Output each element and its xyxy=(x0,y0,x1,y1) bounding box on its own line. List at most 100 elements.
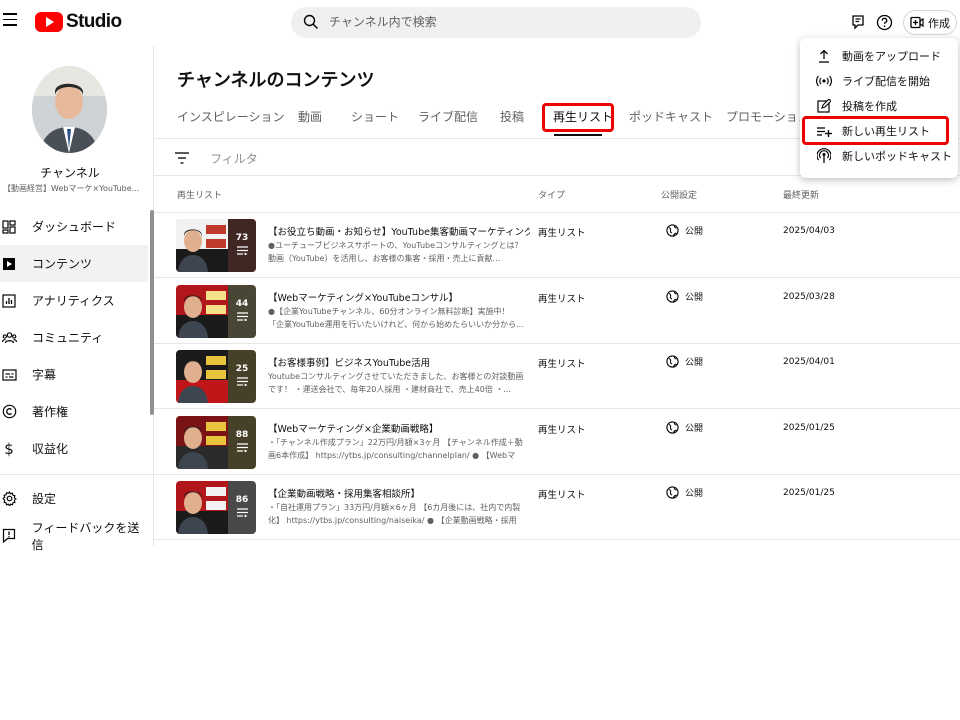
podcast-icon xyxy=(816,148,832,164)
dashboard-icon xyxy=(1,219,17,235)
playlist-visibility[interactable]: 公開 xyxy=(666,224,703,237)
channel-avatar[interactable] xyxy=(32,66,107,153)
visibility-label: 公開 xyxy=(685,423,704,434)
sidebar-item-label: 収益化 xyxy=(32,442,69,456)
sidebar-item-subtitles[interactable]: 字幕 xyxy=(0,356,148,393)
dollar-icon: $ xyxy=(4,439,14,458)
playlist-video-count: 86 xyxy=(235,495,249,505)
tab-posts[interactable]: 投稿 xyxy=(500,108,524,125)
column-header-visibility[interactable]: 公開設定 xyxy=(661,188,697,201)
filter-placeholder[interactable]: フィルタ xyxy=(210,150,258,167)
tab-videos[interactable]: 動画 xyxy=(298,108,322,125)
create-dropdown-menu: 動画をアップロード ライブ配信を開始 投稿を作成 新しい再生リスト 新しいポッド… xyxy=(800,38,958,178)
thumbnail-image xyxy=(176,481,228,534)
playlist-title[interactable]: 【お客様事例】ビジネスYouTube活用 xyxy=(268,355,530,369)
column-header-playlist[interactable]: 再生リスト xyxy=(177,188,222,201)
table-row[interactable]: 86 【企業動画戦略・採用集客相談所】 ・「自社運用プラン」33万円/月額×6ヶ月 … xyxy=(154,475,960,540)
tab-podcasts[interactable]: ポッドキャスト xyxy=(629,108,713,125)
community-icon xyxy=(1,330,17,346)
playlist-updated-date: 2025/04/01 xyxy=(783,357,835,367)
thumbnail-image xyxy=(176,415,228,469)
playlist-icon xyxy=(236,311,248,321)
sidebar-item-dashboard[interactable]: ダッシュボード xyxy=(0,208,148,245)
visibility-label: 公開 xyxy=(685,292,704,303)
search-bar[interactable] xyxy=(291,7,701,38)
playlist-updated-date: 2025/01/25 xyxy=(783,488,835,498)
playlist-thumbnail[interactable]: 88 xyxy=(176,415,256,469)
playlist-title[interactable]: 【お役立ち動画・お知らせ】YouTube集客動画マーケティング xyxy=(268,224,530,238)
playlist-visibility[interactable]: 公開 xyxy=(666,486,703,499)
menu-item-go-live[interactable]: ライブ配信を開始 xyxy=(800,69,958,93)
playlist-thumbnail[interactable]: 44 xyxy=(176,284,256,338)
column-header-updated[interactable]: 最終更新 xyxy=(783,188,819,201)
playlist-type: 再生リスト xyxy=(538,293,586,305)
analytics-icon xyxy=(1,293,17,309)
playlist-updated-date: 2025/04/03 xyxy=(783,226,835,236)
sidebar-item-feedback[interactable]: フィードバックを送信 xyxy=(0,517,148,554)
playlist-thumbnail[interactable]: 73 xyxy=(176,219,256,272)
playlist-thumbnail[interactable]: 86 xyxy=(176,481,256,534)
menu-item-create-post[interactable]: 投稿を作成 xyxy=(800,94,958,118)
tab-promotions[interactable]: プロモーション xyxy=(726,108,810,125)
tab-shorts[interactable]: ショート xyxy=(351,108,399,125)
table-row[interactable]: 73 【お役立ち動画・お知らせ】YouTube集客動画マーケティング ●ユーチューブ… xyxy=(154,213,960,278)
playlist-visibility[interactable]: 公開 xyxy=(666,289,704,303)
playlist-description: ・「チャンネル作成プラン」22万円/月額×3ヶ月 【チャンネル作成＋動画6本作成… xyxy=(268,437,523,460)
upload-icon xyxy=(816,48,832,64)
menu-item-label: 投稿を作成 xyxy=(842,100,897,113)
sidebar-item-label: 設定 xyxy=(32,492,57,506)
live-icon xyxy=(816,73,832,89)
column-header-type[interactable]: タイプ xyxy=(538,188,565,201)
search-input[interactable] xyxy=(329,12,679,32)
globe-icon xyxy=(666,420,679,434)
visibility-label: 公開 xyxy=(685,489,704,499)
sidebar-item-monetization[interactable]: $ 収益化 xyxy=(0,430,148,467)
create-button[interactable]: 作成 xyxy=(903,10,957,35)
sidebar-item-settings[interactable]: 設定 xyxy=(0,480,148,517)
playlist-title[interactable]: 【Webマーケティング×YouTubeコンサル】 xyxy=(268,290,530,304)
playlist-title[interactable]: 【企業動画戦略・採用集客相談所】 xyxy=(268,486,530,500)
tab-inspiration[interactable]: インスピレーション xyxy=(177,108,285,125)
playlist-video-count: 88 xyxy=(235,429,249,440)
visibility-label: 公開 xyxy=(685,227,704,237)
playlist-icon xyxy=(236,246,248,255)
menu-item-new-podcast[interactable]: 新しいポッドキャスト xyxy=(800,144,958,168)
sidebar-divider xyxy=(0,474,154,475)
gear-icon xyxy=(1,491,17,507)
hamburger-menu-icon[interactable] xyxy=(3,13,17,27)
feedback-icon xyxy=(1,528,17,544)
sidebar-item-label: コミュニティ xyxy=(32,331,104,345)
table-row[interactable]: 88 【Webマーケティング×企業動画戦略】・「チャンネル作成プラン」22万円/月… xyxy=(154,410,960,475)
subtitles-feedback-icon[interactable] xyxy=(848,12,868,32)
youtube-studio-logo[interactable]: Studio xyxy=(35,11,122,33)
search-icon[interactable] xyxy=(303,14,319,30)
playlist-icon xyxy=(236,377,248,386)
globe-icon xyxy=(666,289,679,303)
playlist-visibility[interactable]: 公開 xyxy=(666,355,703,368)
playlist-title[interactable]: 【Webマーケティング×企業動画戦略】 xyxy=(268,421,530,435)
playlist-visibility[interactable]: 公開 xyxy=(666,420,704,434)
table-row[interactable]: 25 【お客様事例】ビジネスYouTube活用 Youtubeコンサルティングさせて… xyxy=(154,344,960,409)
playlist-count-overlay: 44 xyxy=(228,284,256,338)
video-add-icon xyxy=(910,16,924,29)
active-tab-indicator xyxy=(554,134,602,136)
sidebar-item-analytics[interactable]: アナリティクス xyxy=(0,282,148,319)
playlist-thumbnail[interactable]: 25 xyxy=(176,350,256,403)
sidebar-item-copyright[interactable]: 著作権 xyxy=(0,393,148,430)
filter-icon[interactable] xyxy=(174,151,190,165)
help-icon[interactable] xyxy=(874,12,894,32)
tab-live[interactable]: ライブ配信 xyxy=(418,108,478,125)
playlist-description: ●ユーチューブビジネスサポートの、YouTubeコンサルティングとは？ 動画（Y… xyxy=(268,241,523,263)
sidebar-item-community[interactable]: コミュニティ xyxy=(0,319,148,356)
playlist-video-count: 25 xyxy=(235,364,249,374)
playlist-type: 再生リスト xyxy=(538,490,586,501)
playlist-type: 再生リスト xyxy=(538,228,586,239)
playlist-icon xyxy=(236,508,248,517)
table-row[interactable]: 44 【Webマーケティング×YouTubeコンサル】 ●【企業YouTubeチャン… xyxy=(154,279,960,344)
channel-subtitle: 【動画経営】Webマーケ×YouTube... xyxy=(3,184,139,193)
playlist-description: ●【企業YouTubeチャンネル、60分オンライン無料診断】実施中！ 「企業Yo… xyxy=(268,306,524,329)
sidebar-bottom-nav: 設定 フィードバックを送信 xyxy=(0,480,148,554)
menu-item-upload-video[interactable]: 動画をアップロード xyxy=(800,44,958,68)
sidebar-item-label: フィードバックを送信 xyxy=(31,520,140,552)
sidebar-item-content[interactable]: コンテンツ xyxy=(0,245,148,282)
